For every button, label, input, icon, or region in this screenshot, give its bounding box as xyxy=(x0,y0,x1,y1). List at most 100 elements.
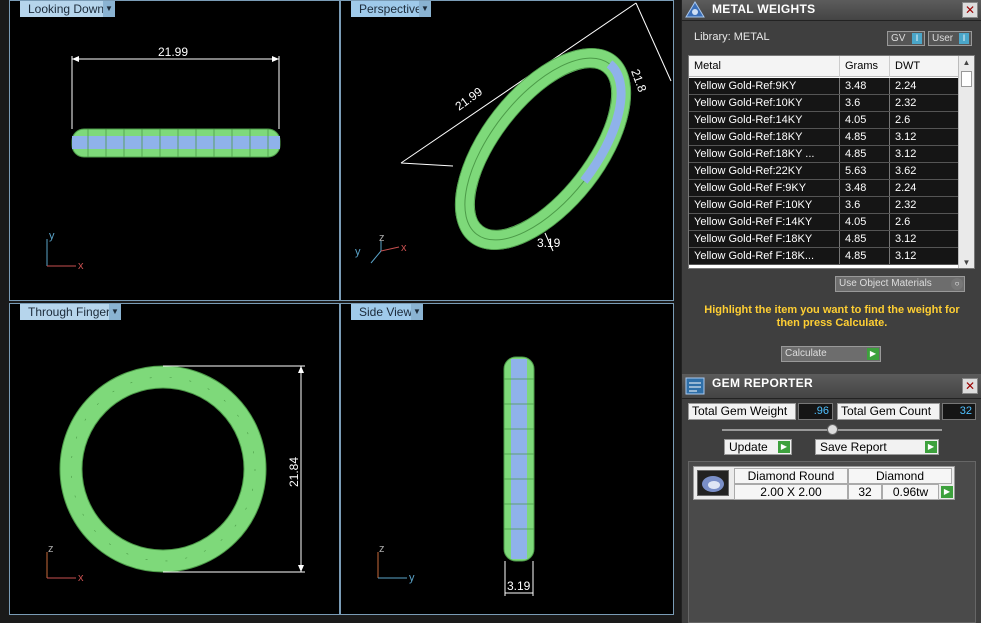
toggle-icon: I xyxy=(959,33,969,44)
looking-down-axis-v: y xyxy=(49,230,55,242)
looking-down-dimension: 21.99 xyxy=(158,45,188,59)
table-row[interactable]: Yellow Gold-Ref F:18K... 4.85 3.12 xyxy=(689,248,959,265)
perspective-axis-v: z xyxy=(379,232,385,244)
dwt-cell: 3.12 xyxy=(890,248,959,264)
viewport-through-finger[interactable]: 21.84 z x Through Finger ▼ xyxy=(9,303,340,615)
perspective-canvas: 21.99 21.8 3.19 y z x xyxy=(355,2,672,264)
total-gem-weight-label: Total Gem Weight xyxy=(688,403,796,420)
metal-name-cell: Yellow Gold-Ref F:10KY xyxy=(689,197,840,213)
calculate-button[interactable]: Calculate ▶ xyxy=(781,346,881,362)
scroll-thumb[interactable] xyxy=(961,71,972,87)
table-row[interactable]: Yellow Gold-Ref:18KY ... 4.85 3.12 xyxy=(689,146,959,163)
gem-entry[interactable]: Diamond Round Diamond 2.00 X 2.00 32 0.9… xyxy=(693,466,955,500)
viewport-side-view[interactable]: 3.19 z y Side View ▼ xyxy=(340,303,674,615)
viewport-label-perspective[interactable]: Perspective xyxy=(351,1,430,17)
metal-name-cell: Yellow Gold-Ref F:18K... xyxy=(689,248,840,264)
save-report-button[interactable]: Save Report ▶ xyxy=(815,439,939,455)
play-icon: ▶ xyxy=(867,348,879,360)
gem-reporter-title: GEM REPORTER xyxy=(712,376,813,390)
dwt-cell: 2.32 xyxy=(890,95,959,111)
scroll-up-icon[interactable]: ▲ xyxy=(959,56,974,70)
perspective-axis-h: x xyxy=(401,242,407,254)
looking-down-canvas: 21.99 y x xyxy=(46,45,281,272)
total-gem-count-value: 32 xyxy=(942,403,976,420)
perspective-dimension-c: 3.19 xyxy=(537,236,561,250)
user-toggle[interactable]: User I xyxy=(928,31,972,46)
chevron-down-icon[interactable]: ▼ xyxy=(411,304,423,320)
use-object-materials-label: Use Object Materials xyxy=(839,278,932,289)
metal-name-cell: Yellow Gold-Ref:18KY ... xyxy=(689,146,840,162)
use-object-materials-toggle[interactable]: Use Object Materials ○ xyxy=(835,276,965,292)
through-finger-canvas: 21.84 z x xyxy=(46,365,305,584)
through-finger-axis-h: x xyxy=(78,572,84,584)
grams-cell: 4.05 xyxy=(840,214,890,230)
column-header-metal[interactable]: Metal xyxy=(689,56,840,77)
viewport-label-side-view[interactable]: Side View xyxy=(351,304,421,320)
metal-table-header: Metal Grams DWT xyxy=(689,56,959,77)
viewport-perspective[interactable]: 21.99 21.8 3.19 y z x Perspective ▼ xyxy=(340,0,674,301)
viewport-looking-down[interactable]: 21.99 y x Looking Down ▼ xyxy=(9,0,340,301)
side-view-dimension: 3.19 xyxy=(507,579,531,593)
total-gem-weight-value: .96 xyxy=(798,403,833,420)
grams-cell: 4.85 xyxy=(840,248,890,264)
dwt-cell: 2.6 xyxy=(890,112,959,128)
gv-toggle[interactable]: GV I xyxy=(887,31,925,46)
grams-cell: 3.48 xyxy=(840,180,890,196)
metal-weights-title: METAL WEIGHTS xyxy=(712,2,816,16)
table-row[interactable]: Yellow Gold-Ref:22KY 5.63 3.62 xyxy=(689,163,959,180)
calculate-label: Calculate xyxy=(785,348,827,359)
chevron-down-icon[interactable]: ▼ xyxy=(419,1,431,17)
table-row[interactable]: Yellow Gold-Ref F:10KY 3.6 2.32 xyxy=(689,197,959,214)
through-finger-axis-v: z xyxy=(48,543,54,555)
viewport-label-through-finger[interactable]: Through Finger xyxy=(20,304,119,320)
dwt-cell: 2.24 xyxy=(890,180,959,196)
chevron-down-icon[interactable]: ▼ xyxy=(109,304,121,320)
metal-table[interactable]: Metal Grams DWT Yellow Gold-Ref:9KY 3.48 2… xyxy=(688,55,975,269)
play-icon: ▶ xyxy=(778,441,790,453)
dwt-cell: 2.24 xyxy=(890,78,959,94)
toggle-icon: I xyxy=(912,33,922,44)
table-row[interactable]: Yellow Gold-Ref:14KY 4.05 2.6 xyxy=(689,112,959,129)
gem-name: Diamond Round xyxy=(734,468,848,484)
gem-list[interactable]: Diamond Round Diamond 2.00 X 2.00 32 0.9… xyxy=(688,461,976,623)
diamond-round-icon xyxy=(697,470,729,496)
metal-name-cell: Yellow Gold-Ref:9KY xyxy=(689,78,840,94)
metal-weights-titlebar: METAL WEIGHTS ✕ xyxy=(682,0,981,21)
dwt-cell: 3.12 xyxy=(890,146,959,162)
table-row[interactable]: Yellow Gold-Ref F:9KY 3.48 2.24 xyxy=(689,180,959,197)
scrollbar[interactable]: ▲ ▼ xyxy=(958,56,974,268)
metal-name-cell: Yellow Gold-Ref:10KY xyxy=(689,95,840,111)
play-icon: ▶ xyxy=(925,441,937,453)
play-icon[interactable]: ▶ xyxy=(941,486,953,498)
table-row[interactable]: Yellow Gold-Ref F:18KY 4.85 3.12 xyxy=(689,231,959,248)
close-icon[interactable]: ✕ xyxy=(962,378,978,394)
update-button[interactable]: Update ▶ xyxy=(724,439,792,455)
column-header-dwt[interactable]: DWT xyxy=(890,56,959,77)
metal-name-cell: Yellow Gold-Ref F:14KY xyxy=(689,214,840,230)
table-row[interactable]: Yellow Gold-Ref:10KY 3.6 2.32 xyxy=(689,95,959,112)
metal-name-cell: Yellow Gold-Ref F:9KY xyxy=(689,180,840,196)
grams-cell: 5.63 xyxy=(840,163,890,179)
gem-slider-handle[interactable] xyxy=(827,424,838,435)
perspective-axis-d: y xyxy=(355,246,361,258)
save-report-label: Save Report xyxy=(820,440,887,454)
scroll-down-icon[interactable]: ▼ xyxy=(959,256,974,268)
table-row[interactable]: Yellow Gold-Ref:9KY 3.48 2.24 xyxy=(689,78,959,95)
grams-cell: 3.48 xyxy=(840,78,890,94)
gem-size: 2.00 X 2.00 xyxy=(734,484,848,500)
gem-reporter-titlebar: GEM REPORTER ✕ xyxy=(682,374,981,399)
grams-cell: 3.6 xyxy=(840,197,890,213)
table-row[interactable]: Yellow Gold-Ref F:14KY 4.05 2.6 xyxy=(689,214,959,231)
metal-name-cell: Yellow Gold-Ref:22KY xyxy=(689,163,840,179)
app-root: 21.99 y x Looking Down ▼ 21.99 21.8 3.19… xyxy=(0,0,981,623)
chevron-down-icon[interactable]: ▼ xyxy=(103,1,115,17)
column-header-grams[interactable]: Grams xyxy=(840,56,890,77)
side-view-canvas: 3.19 z y xyxy=(377,356,535,596)
table-row[interactable]: Yellow Gold-Ref:18KY 4.85 3.12 xyxy=(689,129,959,146)
viewport-area: 21.99 y x Looking Down ▼ 21.99 21.8 3.19… xyxy=(0,0,681,623)
close-icon[interactable]: ✕ xyxy=(962,2,978,18)
update-label: Update xyxy=(729,440,768,454)
metal-weights-icon xyxy=(685,1,705,19)
viewport-label-looking-down[interactable]: Looking Down xyxy=(20,1,113,17)
through-finger-dimension: 21.84 xyxy=(287,457,301,487)
